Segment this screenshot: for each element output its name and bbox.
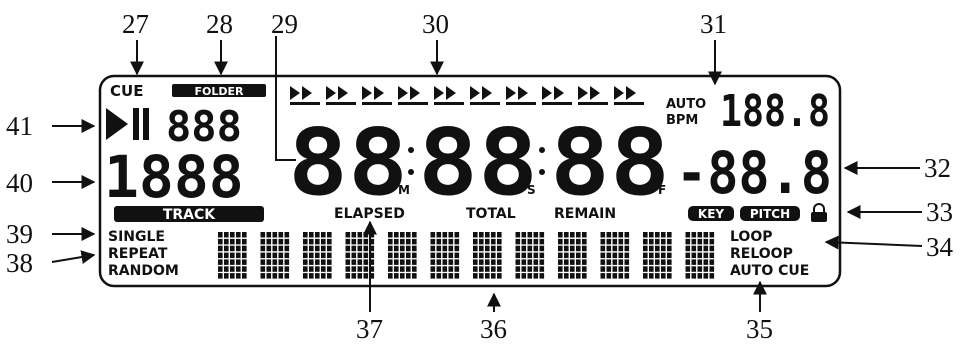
matrix-cell [218, 232, 247, 279]
time-minutes: 88 [288, 109, 408, 216]
matrix-cell [345, 232, 375, 279]
total-label: TOTAL [466, 206, 516, 222]
matrix-cell [260, 232, 290, 279]
repeat-label: REPEAT [108, 246, 168, 262]
callout-27: 27 [122, 9, 149, 39]
progress-seg [614, 86, 644, 105]
matrix-cell [430, 232, 460, 279]
callout-32: 32 [924, 153, 951, 183]
bpm-digits: 188.8 [720, 86, 830, 137]
autocue-label: AUTO CUE [730, 263, 809, 279]
play-pause-icon [106, 108, 128, 140]
progress-seg [578, 86, 608, 105]
callout-33: 33 [926, 197, 953, 227]
single-label: SINGLE [108, 229, 165, 245]
track-label: TRACK [163, 207, 216, 223]
random-label: RANDOM [108, 263, 179, 279]
bpm-label: BPM [666, 113, 698, 128]
loop-label: LOOP [730, 229, 773, 245]
time-seconds: 88 [418, 109, 538, 216]
time-frames: 88 [550, 109, 670, 216]
matrix-cell [685, 232, 715, 279]
auto-label: AUTO [666, 97, 706, 112]
folder-label: FOLDER [195, 85, 245, 98]
callout-29: 29 [271, 9, 298, 39]
unit-f: F [658, 183, 666, 197]
unit-m: M [398, 183, 410, 197]
progress-bar [290, 86, 644, 105]
colon-dot [539, 169, 545, 175]
matrix-cell [515, 232, 545, 279]
matrix-cell [643, 232, 672, 279]
callout-35: 35 [746, 314, 773, 344]
progress-seg [290, 86, 320, 105]
progress-seg [470, 86, 500, 105]
callout-30: 30 [422, 9, 449, 39]
progress-seg [362, 86, 392, 105]
key-label: KEY [698, 207, 724, 221]
matrix-cell [303, 232, 332, 279]
progress-seg [326, 86, 356, 105]
dot-matrix-display [218, 232, 715, 279]
callout-41: 41 [6, 111, 33, 141]
matrix-cell [473, 232, 502, 279]
colon-dot [408, 147, 414, 153]
pitch-label: PITCH [750, 207, 790, 221]
callout-31: 31 [700, 9, 727, 39]
play-pause-icon-bar1 [133, 108, 139, 140]
callout-34: 34 [926, 232, 954, 262]
matrix-cell [558, 232, 587, 279]
elapsed-label: ELAPSED [334, 206, 405, 222]
colon-dot [539, 147, 545, 153]
unit-s: S [527, 183, 536, 197]
progress-seg [398, 86, 428, 105]
matrix-cell [600, 232, 630, 279]
callout-38: 38 [6, 248, 33, 278]
play-pause-icon-bar2 [143, 108, 149, 140]
progress-seg [506, 86, 536, 105]
callout-36: 36 [480, 314, 507, 344]
arrow-38 [51, 250, 96, 264]
callout-37: 37 [356, 314, 383, 344]
track-digits: 1888 [104, 143, 244, 211]
progress-seg [434, 86, 464, 105]
callout-28: 28 [206, 9, 233, 39]
matrix-cell [388, 232, 417, 279]
cue-label: CUE [110, 82, 143, 100]
remain-label: REMAIN [554, 206, 616, 222]
reloop-label: RELOOP [730, 246, 793, 262]
callout-39: 39 [6, 219, 33, 249]
pitch-digits: -88.8 [676, 139, 832, 207]
colon-dot [408, 169, 414, 175]
progress-seg [542, 86, 572, 105]
callout-40: 40 [6, 168, 33, 198]
cdj-lcd-diagram: 27 28 29 30 31 32 33 34 35 36 37 38 39 4… [6, 9, 954, 344]
